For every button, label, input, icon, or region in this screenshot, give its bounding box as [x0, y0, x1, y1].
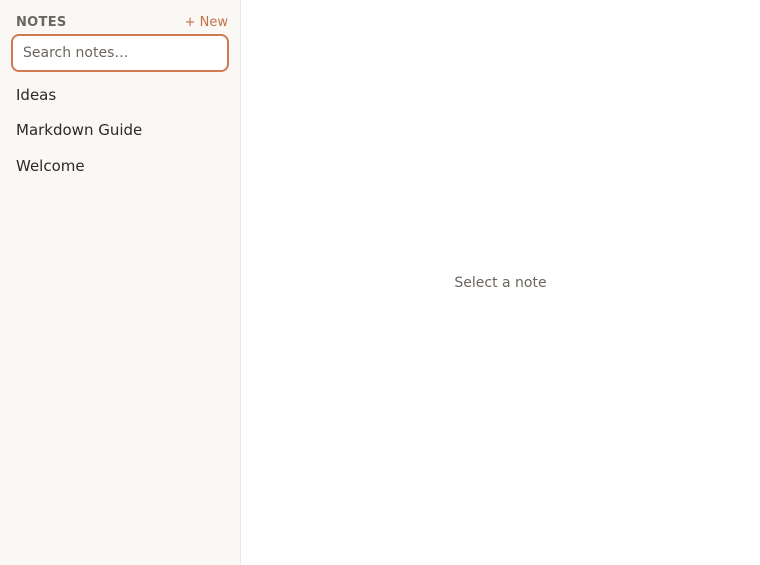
note-item-ideas[interactable]: Ideas [0, 77, 240, 113]
note-item-welcome[interactable]: Welcome [0, 148, 240, 184]
search-input[interactable] [11, 34, 229, 72]
sidebar-title: NOTES [16, 14, 67, 30]
sidebar-header: NOTES + New [16, 13, 228, 31]
notes-app: NOTES + New Ideas Markdown Guide Welcome… [0, 0, 760, 565]
note-editor-area: Select a note [241, 0, 760, 565]
note-list: Ideas Markdown Guide Welcome [0, 77, 240, 184]
sidebar: NOTES + New Ideas Markdown Guide Welcome [0, 0, 241, 565]
search-wrapper [11, 34, 229, 72]
note-item-markdown-guide[interactable]: Markdown Guide [0, 113, 240, 149]
new-note-button[interactable]: + New [185, 15, 228, 30]
empty-state-message: Select a note [454, 274, 547, 291]
